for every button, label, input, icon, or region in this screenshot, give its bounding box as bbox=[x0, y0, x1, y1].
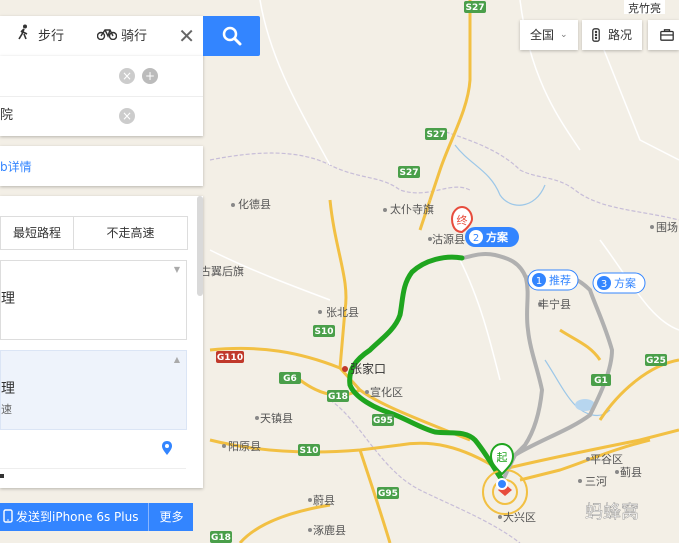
tab-shortest[interactable]: 最短路程 bbox=[1, 217, 74, 249]
highway-label: S10 bbox=[314, 327, 333, 337]
route-card-2[interactable]: ▲ 理 速 bbox=[0, 350, 187, 430]
route-tabs: 最短路程 不走高速 bbox=[0, 216, 188, 250]
start-input-row: × + bbox=[0, 56, 203, 97]
city-label: 古翼后旗 bbox=[200, 264, 244, 278]
send-to-phone-label: 发送到iPhone 6s Plus bbox=[16, 510, 139, 524]
detail-link-box: b详情 bbox=[0, 146, 203, 186]
route-label-2-text: 方案 bbox=[486, 230, 509, 244]
detail-link[interactable]: b详情 bbox=[0, 158, 32, 175]
city-label: 阳原县 bbox=[228, 440, 261, 453]
mode-bike[interactable]: 骑行 bbox=[96, 16, 148, 56]
route-label-1-text: 推荐 bbox=[549, 273, 571, 287]
region-selector[interactable]: 全国 ⌄ bbox=[520, 20, 578, 50]
route-card-2-sub: 速 bbox=[1, 403, 12, 416]
walk-icon bbox=[14, 16, 34, 56]
start-dot bbox=[496, 478, 508, 490]
clear-start-icon[interactable]: × bbox=[119, 68, 135, 84]
highway-label: G18 bbox=[328, 392, 348, 402]
city-label: 丰宁县 bbox=[538, 297, 571, 311]
highway-label: S27 bbox=[399, 168, 418, 178]
send-to-phone-bar: 发送到iPhone 6s Plus 更多 bbox=[0, 503, 193, 531]
route-card-2-title: 理 bbox=[1, 381, 15, 397]
toolbox-button[interactable] bbox=[648, 20, 679, 50]
highway-label: G25 bbox=[646, 356, 666, 366]
route-inputs: × + 院 × bbox=[0, 56, 203, 136]
route-label-3-text: 方案 bbox=[614, 276, 636, 290]
city-label: 围场 bbox=[656, 220, 678, 234]
route-label-1-num: 1 bbox=[536, 276, 542, 287]
clear-end-icon[interactable]: × bbox=[119, 108, 135, 124]
start-marker-text: 起 bbox=[497, 451, 508, 464]
city-label: 沽源县 bbox=[432, 232, 465, 246]
end-input-row: 院 × bbox=[0, 96, 203, 136]
city-label: 涿鹿县 bbox=[313, 523, 346, 537]
city-label: 宣化区 bbox=[370, 385, 403, 399]
route-step-row[interactable] bbox=[0, 428, 186, 469]
location-pin-icon bbox=[162, 441, 172, 455]
step-dot bbox=[0, 474, 4, 478]
route-list-scrollbar[interactable] bbox=[197, 196, 203, 296]
close-icon[interactable]: ✕ bbox=[178, 16, 195, 56]
city-label: 三河 bbox=[585, 475, 607, 488]
search-button[interactable] bbox=[203, 16, 260, 56]
chevron-down-icon: ▼ bbox=[173, 265, 180, 274]
city-label: 蓟县 bbox=[620, 466, 642, 479]
end-input[interactable]: 院 bbox=[0, 96, 13, 136]
watermark: 蚂蜂窝 bbox=[585, 502, 639, 523]
send-to-phone-button[interactable]: 发送到iPhone 6s Plus bbox=[0, 503, 138, 531]
route-label-1[interactable]: 1 推荐 bbox=[527, 269, 579, 291]
tab-no-highway[interactable]: 不走高速 bbox=[74, 217, 187, 249]
highway-label: G18 bbox=[211, 533, 231, 543]
highway-label: S27 bbox=[426, 130, 445, 140]
mode-walk-label: 步行 bbox=[38, 29, 65, 44]
end-marker-text: 终 bbox=[457, 213, 468, 227]
bike-icon bbox=[96, 16, 118, 56]
highway-label: G110 bbox=[217, 353, 243, 363]
more-button[interactable]: 更多 bbox=[148, 503, 194, 531]
route-step-row[interactable] bbox=[0, 470, 186, 488]
city-label: 天镇县 bbox=[260, 411, 293, 425]
mode-bike-label: 骑行 bbox=[121, 29, 148, 44]
phone-icon bbox=[3, 509, 13, 523]
route-label-3-num: 3 bbox=[601, 279, 607, 290]
city-label: 蔚县 bbox=[313, 494, 335, 507]
traffic-label: 路况 bbox=[608, 28, 633, 42]
city-label: 张家口 bbox=[350, 361, 386, 376]
route-mode-bar: 步行 骑行 ✕ bbox=[0, 16, 203, 57]
add-waypoint-icon[interactable]: + bbox=[142, 68, 158, 84]
route-label-3[interactable]: 3 方案 bbox=[592, 272, 646, 294]
region-label: 全国 bbox=[530, 28, 555, 42]
mode-walk[interactable]: 步行 bbox=[14, 16, 64, 56]
city-switch-label[interactable]: 克竹亮 bbox=[624, 0, 665, 15]
highway-label: G95 bbox=[373, 416, 393, 426]
highway-label: G95 bbox=[378, 489, 398, 499]
route-label-2[interactable]: 2 方案 bbox=[465, 227, 519, 247]
highway-label: G1 bbox=[594, 376, 608, 386]
search-icon bbox=[222, 26, 241, 46]
route-card-1[interactable]: ▼ 理 bbox=[0, 260, 187, 340]
city-label: 张北县 bbox=[326, 306, 359, 319]
traffic-toggle[interactable]: 路况 bbox=[582, 20, 642, 50]
city-label: 平谷区 bbox=[590, 453, 623, 466]
route-label-2-num: 2 bbox=[473, 233, 479, 244]
route-list: 最短路程 不走高速 ▼ 理 ▲ 理 速 bbox=[0, 196, 203, 488]
city-label: 太仆寺旗 bbox=[390, 202, 434, 216]
highway-label: G6 bbox=[283, 374, 297, 384]
route-card-1-title: 理 bbox=[1, 291, 15, 307]
chevron-up-icon: ▲ bbox=[173, 355, 180, 364]
chevron-down-icon: ⌄ bbox=[560, 30, 568, 40]
toolbox-icon bbox=[660, 29, 674, 41]
city-label: 大兴区 bbox=[503, 510, 536, 524]
city-label: 化德县 bbox=[238, 197, 271, 211]
highway-label: S10 bbox=[299, 446, 318, 456]
highway-label: S27 bbox=[465, 3, 484, 13]
traffic-light-icon bbox=[592, 28, 600, 42]
